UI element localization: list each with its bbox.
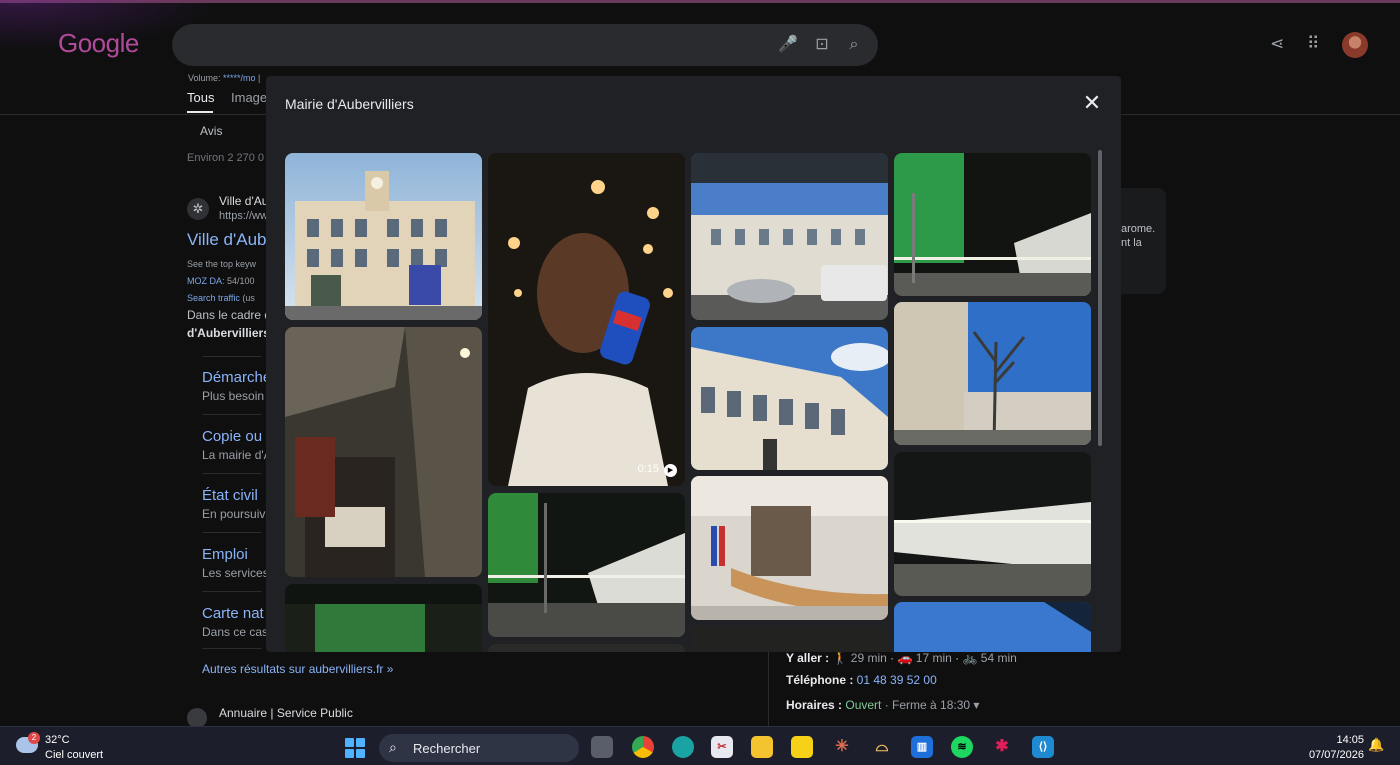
notification-bell-icon[interactable]: 🔔 (1368, 737, 1384, 753)
annuaire-result-title[interactable]: Annuaire | Service Public (219, 706, 353, 720)
photo-town-hall-front[interactable] (285, 153, 482, 320)
volume-line: Volume: *****/mo | (188, 73, 261, 83)
photo-dark-partial[interactable] (488, 644, 685, 652)
site-favicon-icon: ✲ (187, 198, 209, 220)
apps-grid-icon[interactable]: ⠿ (1307, 34, 1319, 54)
app-icon[interactable]: ⌓ (871, 736, 893, 758)
search-icon[interactable]: ⌕ (844, 35, 864, 55)
sublink-divider (202, 591, 262, 592)
sublink-emploi-desc: Les services (202, 566, 269, 580)
spotify-icon[interactable]: ≋ (951, 736, 973, 758)
windows-start-icon[interactable] (345, 738, 365, 758)
trello-icon[interactable]: ▥ (911, 736, 933, 758)
close-icon[interactable]: ✕ (1081, 92, 1103, 114)
sublink-emploi[interactable]: Emploi (202, 546, 248, 563)
results-count: Environ 2 270 0 (187, 152, 265, 164)
photo-metro-construction-wall[interactable] (488, 493, 685, 637)
tab-all[interactable]: Tous (187, 90, 214, 113)
video-drink-ad[interactable]: 0:15 (488, 153, 685, 486)
sublink-demarches-desc: Plus besoin (202, 389, 265, 403)
knowledge-panel-text: arome. (1121, 223, 1156, 235)
site-url[interactable]: https://ww (219, 210, 268, 222)
modal-scrollbar[interactable] (1098, 150, 1102, 446)
photo-waiting-room[interactable] (691, 476, 888, 620)
slack-icon[interactable]: ✱ (991, 736, 1013, 758)
system-clock[interactable]: 14:05 07/07/2026 (1309, 733, 1364, 763)
file-explorer-icon[interactable] (751, 736, 773, 758)
windows-taskbar: 2 32°C Ciel couvert ⌕ Rechercher ✂ ✳ ⌓ ▥… (0, 726, 1400, 765)
search-icon: ⌕ (389, 739, 397, 755)
sublink-copie[interactable]: Copie ou (202, 428, 262, 445)
result-title[interactable]: Ville d'Aube (187, 230, 276, 250)
avatar[interactable] (1342, 32, 1368, 58)
knowledge-panel-divider (768, 650, 769, 726)
google-logo[interactable]: Google (58, 28, 139, 59)
sticky-notes-icon[interactable] (791, 736, 813, 758)
photo-blue-sky-partial[interactable] (894, 602, 1091, 652)
sublink-etat-civil-desc: En poursuiva (202, 507, 273, 521)
task-view-icon[interactable] (591, 736, 613, 758)
photo-construction-hoarding-night[interactable] (894, 452, 1091, 596)
directions-line[interactable]: Y aller : 🚶 29 min · 🚗 17 min · 🚲 54 min (786, 651, 1017, 665)
car-icon: 🚗 (897, 651, 913, 665)
photo-alley-night[interactable] (285, 327, 482, 577)
sublink-copie-desc: La mairie d'A (202, 448, 272, 462)
weather-temperature[interactable]: 32°C (45, 734, 70, 746)
sublink-carte-desc: Dans ce cas (202, 625, 269, 639)
hours-line[interactable]: Horaires : Ouvert · Ferme à 18:30 ▾ (786, 698, 979, 712)
sublink-divider (202, 532, 262, 533)
weather-badge: 2 (28, 732, 40, 744)
sublink-divider (202, 414, 262, 415)
sublink-divider (202, 648, 262, 649)
share-icon[interactable]: ⋖ (1270, 34, 1284, 54)
result-snippet: Dans le cadre d (187, 308, 272, 322)
knowledge-panel-text: nt la (1121, 237, 1142, 249)
chrome-icon[interactable] (632, 736, 654, 758)
walk-icon: 🚶 (832, 651, 848, 665)
seo-meta-line: See the top keyw (187, 259, 257, 269)
bike-icon: 🚲 (962, 651, 978, 665)
taskbar-search-label: Rechercher (413, 741, 481, 756)
video-duration: 0:15 (638, 463, 677, 477)
photo-building-with-cars[interactable] (691, 153, 888, 320)
photo-green-lit-building[interactable] (285, 584, 482, 652)
claude-icon[interactable]: ✳ (831, 736, 853, 758)
modal-title: Mairie d'Aubervilliers (285, 96, 414, 112)
sublink-demarches[interactable]: Démarche (202, 369, 271, 386)
vscode-icon[interactable]: ⟨⟩ (1032, 736, 1054, 758)
search-traffic-line: Search traffic (us (187, 293, 255, 303)
search-bar[interactable]: 🎤 ⊡ ⌕ (172, 24, 878, 66)
snipping-tool-icon[interactable]: ✂ (711, 736, 733, 758)
photo-gallery-modal: Mairie d'Aubervilliers ✕ 0:15 ▶ (266, 76, 1121, 652)
photo-night-green-lights[interactable] (894, 153, 1091, 296)
photo-square-tree[interactable] (894, 302, 1091, 445)
photo-dark-partial[interactable] (691, 626, 888, 652)
phone-line[interactable]: Téléphone : 01 48 39 52 00 (786, 673, 937, 687)
microphone-icon[interactable]: 🎤 (778, 35, 798, 55)
annuaire-favicon-icon (187, 708, 207, 728)
edge-icon[interactable] (672, 736, 694, 758)
weather-description[interactable]: Ciel couvert (45, 749, 103, 761)
more-results-link[interactable]: Autres résultats sur aubervilliers.fr » (202, 662, 393, 676)
moz-da-line: MOZ DA: 54/100 (187, 276, 255, 286)
sublink-divider (202, 356, 262, 357)
site-name[interactable]: Ville d'Au (219, 194, 268, 208)
subtab-reviews[interactable]: Avis (200, 124, 222, 138)
taskbar-search[interactable]: ⌕ Rechercher (379, 734, 579, 762)
photo-building-facade[interactable] (691, 327, 888, 470)
sublink-etat-civil[interactable]: État civil (202, 487, 258, 504)
clock-time: 14:05 (1336, 734, 1364, 746)
result-snippet-bold: d'Aubervilliers (187, 326, 270, 340)
sublink-carte-nationale[interactable]: Carte nat (202, 605, 264, 622)
tab-images[interactable]: Image (231, 90, 267, 105)
sublink-divider (202, 473, 262, 474)
clock-date: 07/07/2026 (1308, 749, 1364, 761)
camera-lens-icon[interactable]: ⊡ (812, 35, 832, 55)
